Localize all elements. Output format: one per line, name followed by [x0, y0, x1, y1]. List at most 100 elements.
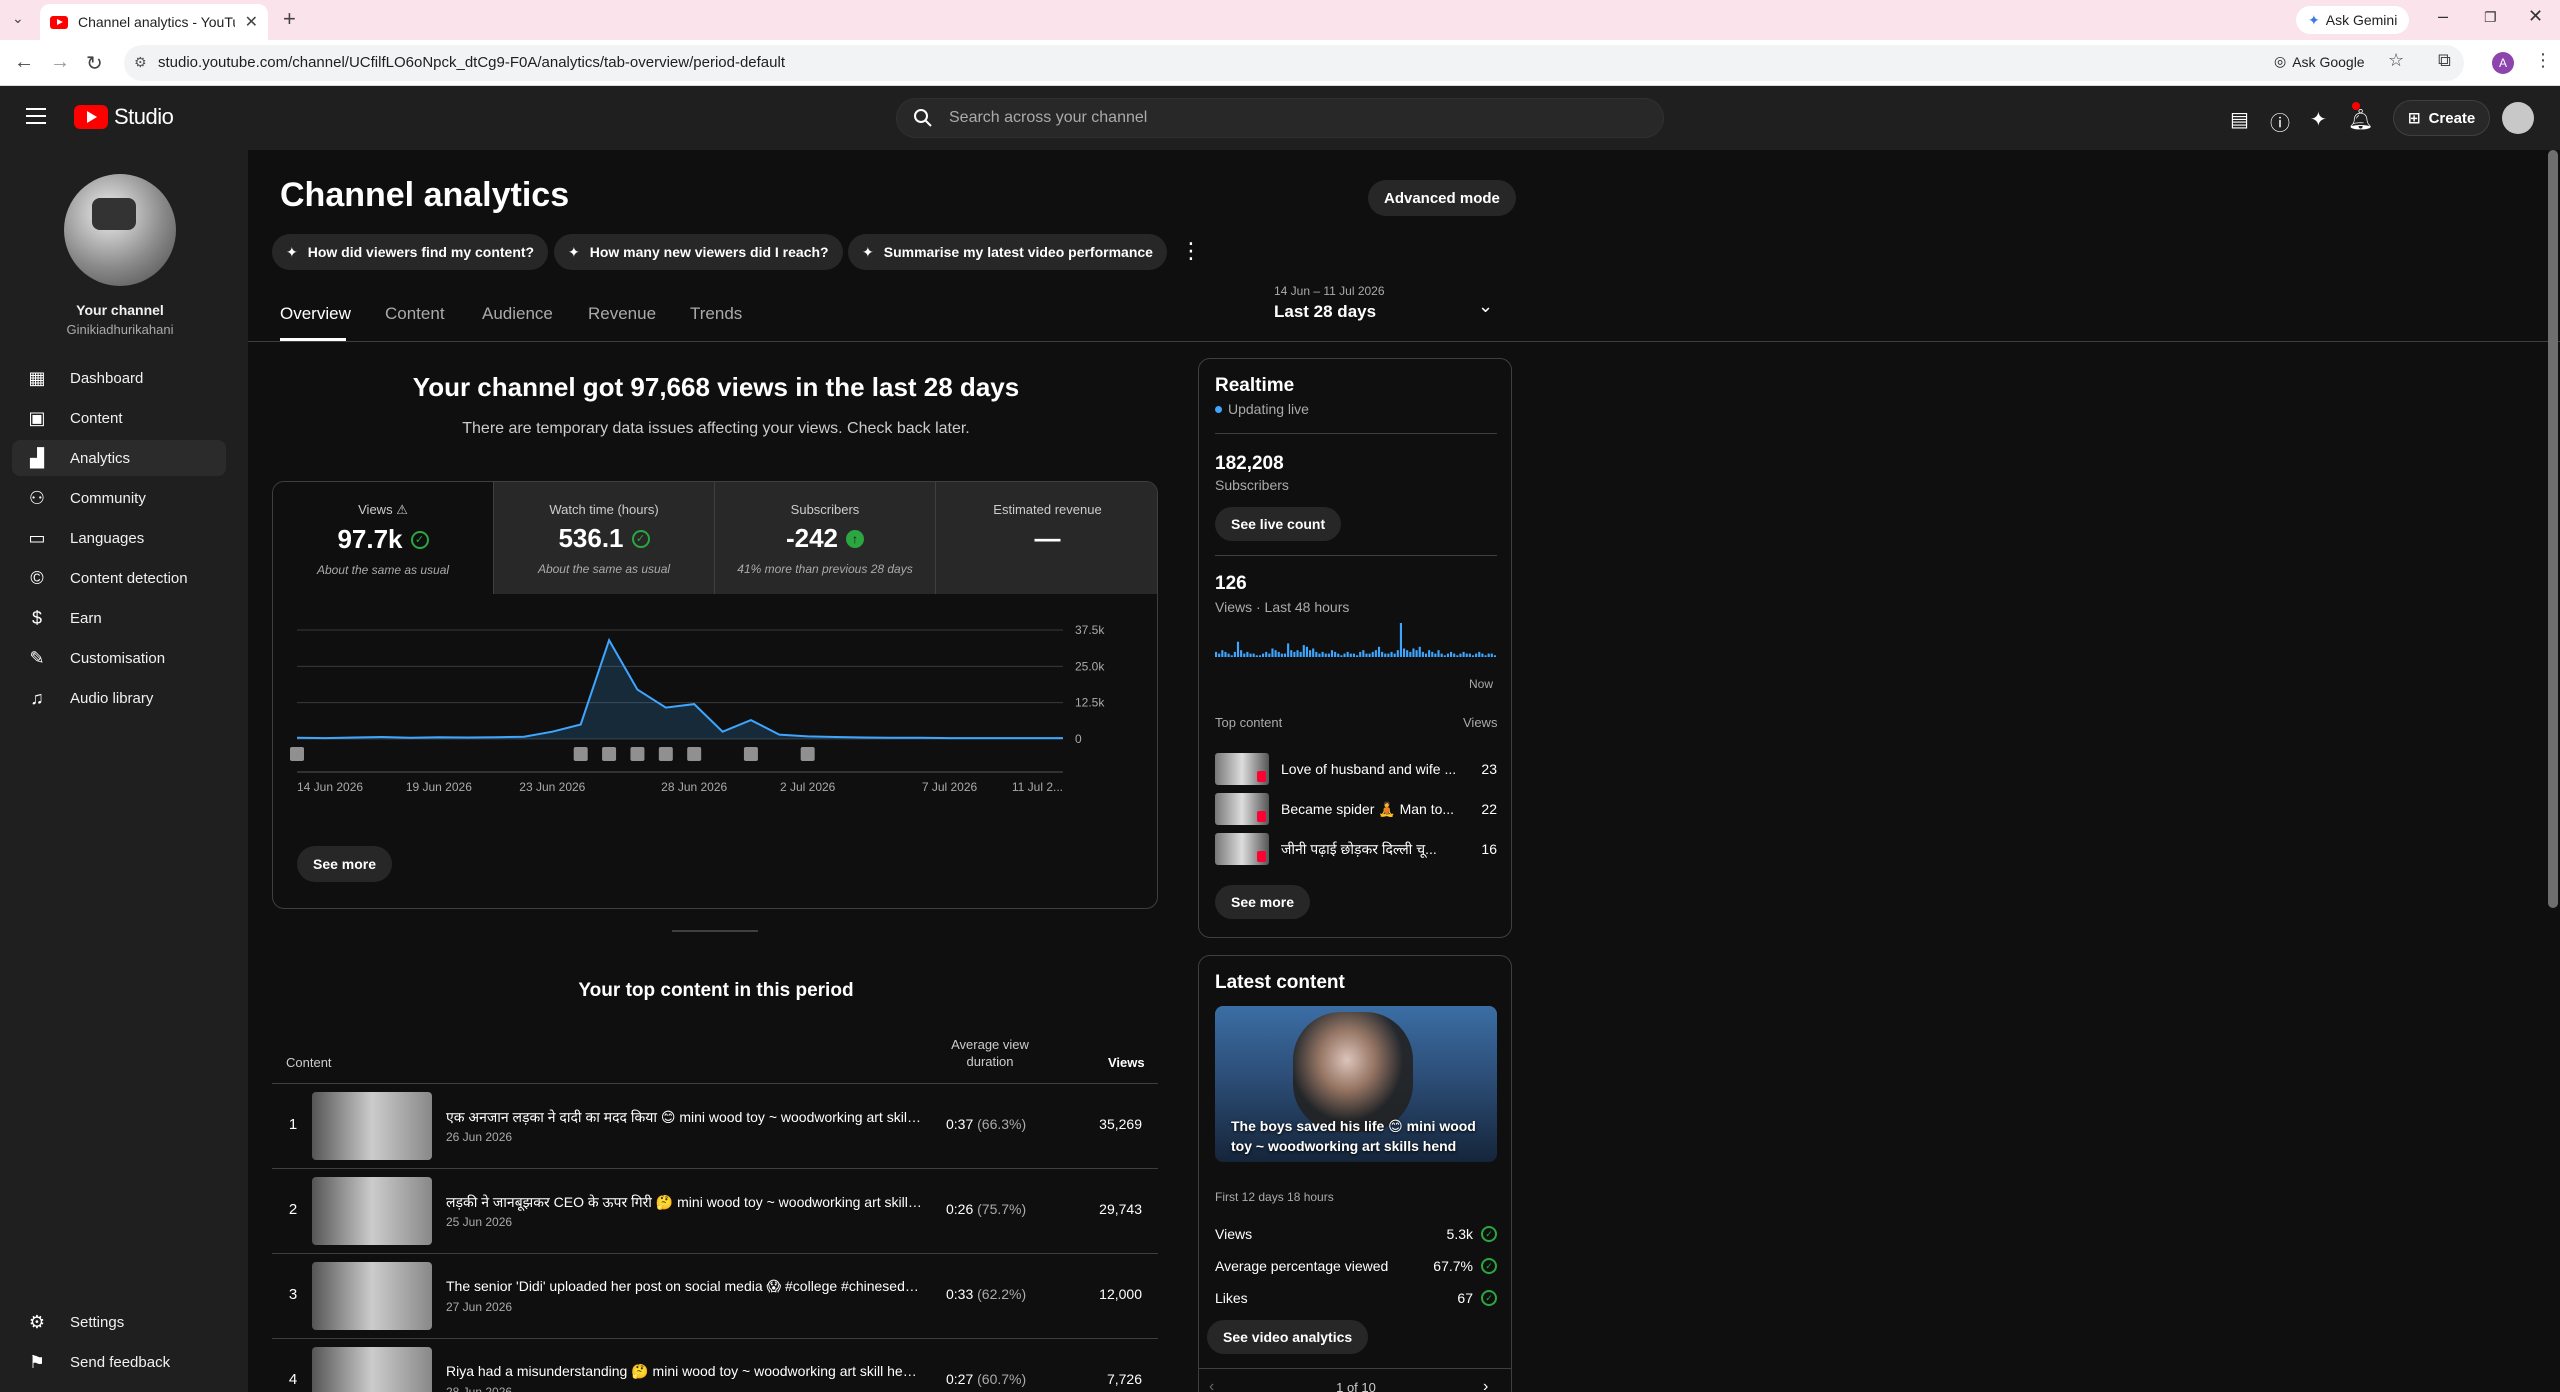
metric-views[interactable]: Views ⚠ 97.7k ✓ About the same as usual	[273, 482, 494, 594]
date-range-selector[interactable]: 14 Jun – 11 Jul 2026 Last 28 days	[1274, 284, 1385, 322]
extensions-icon[interactable]: ⧉	[2438, 50, 2451, 71]
realtime-bar[interactable]	[1409, 651, 1412, 657]
data-point[interactable]	[522, 735, 526, 739]
realtime-bar[interactable]	[1227, 653, 1230, 657]
realtime-bar[interactable]	[1312, 648, 1315, 658]
data-point[interactable]	[1004, 736, 1008, 740]
realtime-bar[interactable]	[1246, 651, 1249, 657]
back-icon[interactable]: ←	[14, 51, 34, 74]
tab-overview[interactable]: Overview	[280, 304, 351, 324]
see-live-count-button[interactable]: See live count	[1215, 507, 1342, 541]
tab-trends[interactable]: Trends	[690, 304, 742, 324]
realtime-bar[interactable]	[1421, 651, 1424, 657]
realtime-bar[interactable]	[1258, 655, 1261, 657]
realtime-bar[interactable]	[1399, 623, 1402, 657]
prompt-chip-summarise[interactable]: ✦ Summarise my latest video performance	[848, 234, 1167, 270]
realtime-bar[interactable]	[1309, 650, 1312, 657]
video-title[interactable]: Riya had a misunderstanding 🤔 mini wood …	[446, 1363, 922, 1380]
realtime-bar[interactable]	[1302, 645, 1305, 657]
data-point[interactable]	[664, 706, 668, 710]
video-upload-marker-icon[interactable]	[290, 747, 304, 761]
realtime-bar[interactable]	[1321, 651, 1324, 657]
sidebar-item-analytics[interactable]: ▟ Analytics	[12, 440, 226, 476]
realtime-bar[interactable]	[1481, 653, 1484, 657]
data-point[interactable]	[323, 736, 327, 740]
forward-icon[interactable]: →	[50, 51, 70, 74]
data-point[interactable]	[692, 702, 696, 706]
realtime-bar[interactable]	[1377, 646, 1381, 657]
realtime-bar[interactable]	[1252, 653, 1255, 657]
realtime-bar[interactable]	[1374, 650, 1377, 657]
realtime-bar[interactable]	[1218, 653, 1221, 657]
realtime-bar[interactable]	[1371, 651, 1374, 657]
see-more-realtime-button[interactable]: See more	[1215, 885, 1311, 919]
video-upload-marker-icon[interactable]	[743, 747, 758, 761]
realtime-bar[interactable]	[1359, 651, 1362, 657]
realtime-bar[interactable]	[1459, 653, 1462, 657]
new-tab-icon[interactable]: +	[283, 6, 296, 32]
realtime-bar[interactable]	[1340, 655, 1343, 657]
realtime-bar[interactable]	[1462, 651, 1465, 657]
sidebar-item-content[interactable]: ▣ Content	[12, 400, 226, 436]
realtime-bar[interactable]	[1475, 653, 1478, 657]
realtime-bar[interactable]	[1365, 653, 1368, 657]
realtime-bar[interactable]	[1440, 653, 1443, 657]
see-more-button[interactable]: See more	[297, 846, 393, 882]
video-title[interactable]: The senior 'Didi' uploaded her post on s…	[446, 1278, 922, 1295]
video-title[interactable]: लड़की ने जानबूझकर CEO के ऊपर गिरी 🤔 mini…	[446, 1193, 922, 1212]
realtime-bar[interactable]	[1274, 650, 1277, 657]
sidebar-item-send-feedback[interactable]: ⚑ Send feedback	[12, 1344, 226, 1380]
column-header-avd[interactable]: Average view duration	[950, 1036, 1030, 1070]
realtime-bar[interactable]	[1249, 653, 1252, 657]
sidebar-item-earn[interactable]: $ Earn	[12, 600, 226, 636]
tab-search-chevron-icon[interactable]: ⌄	[12, 10, 24, 27]
realtime-bar[interactable]	[1283, 653, 1287, 657]
data-point[interactable]	[408, 736, 412, 740]
realtime-bar[interactable]	[1403, 648, 1406, 658]
realtime-bar[interactable]	[1324, 653, 1327, 657]
realtime-bar[interactable]	[1428, 650, 1431, 657]
realtime-bar[interactable]	[1390, 651, 1393, 657]
hamburger-menu-icon[interactable]	[26, 108, 46, 124]
realtime-bar[interactable]	[1456, 655, 1459, 657]
video-title[interactable]: एक अनजान लड़का ने दादी का मदद किया 😊 min…	[446, 1108, 922, 1127]
chevron-down-icon[interactable]: ⌄	[1478, 296, 1493, 317]
data-point[interactable]	[891, 736, 895, 740]
realtime-bar[interactable]	[1243, 653, 1246, 657]
next-arrow-icon[interactable]: ›	[1483, 1378, 1488, 1392]
realtime-bar[interactable]	[1453, 653, 1456, 657]
realtime-bar[interactable]	[1368, 653, 1371, 657]
realtime-bar[interactable]	[1315, 651, 1318, 657]
minimize-icon[interactable]: –	[2438, 6, 2448, 27]
channel-avatar[interactable]	[64, 174, 176, 286]
sidebar-item-dashboard[interactable]: ▦ Dashboard	[12, 360, 226, 396]
realtime-bar[interactable]	[1343, 653, 1346, 657]
data-point[interactable]	[635, 688, 639, 692]
realtime-bar[interactable]	[1337, 653, 1340, 657]
sparkle-icon[interactable]: ✦	[2310, 107, 2327, 132]
data-point[interactable]	[749, 718, 753, 722]
messages-icon[interactable]: ▤	[2230, 107, 2249, 132]
realtime-bar[interactable]	[1230, 655, 1233, 657]
browser-tab[interactable]: Channel analytics - YouTube Studio ✕	[40, 4, 268, 40]
bookmark-star-icon[interactable]: ☆	[2388, 50, 2404, 71]
data-point[interactable]	[607, 638, 611, 642]
realtime-top-item[interactable]: Became spider 🧘 Man to... 22	[1215, 791, 1497, 827]
video-upload-marker-icon[interactable]	[602, 747, 617, 761]
realtime-bar[interactable]	[1293, 651, 1296, 657]
table-row[interactable]: 2 लड़की ने जानबूझकर CEO के ऊपर गिरी 🤔 min…	[272, 1168, 1158, 1252]
tab-audience[interactable]: Audience	[482, 304, 553, 324]
video-upload-marker-icon[interactable]	[800, 747, 815, 761]
data-point[interactable]	[919, 736, 923, 740]
data-point[interactable]	[862, 736, 866, 740]
data-point[interactable]	[352, 736, 356, 740]
site-info-icon[interactable]: ⚙	[134, 54, 147, 71]
realtime-bar[interactable]	[1352, 653, 1355, 657]
realtime-bar[interactable]	[1271, 648, 1274, 658]
tab-revenue[interactable]: Revenue	[588, 304, 656, 324]
data-point[interactable]	[1061, 736, 1065, 740]
realtime-bar[interactable]	[1362, 650, 1365, 657]
sidebar-item-community[interactable]: ⚇ Community	[12, 480, 226, 516]
restore-icon[interactable]: ❐	[2484, 9, 2497, 26]
realtime-bar[interactable]	[1346, 651, 1349, 657]
